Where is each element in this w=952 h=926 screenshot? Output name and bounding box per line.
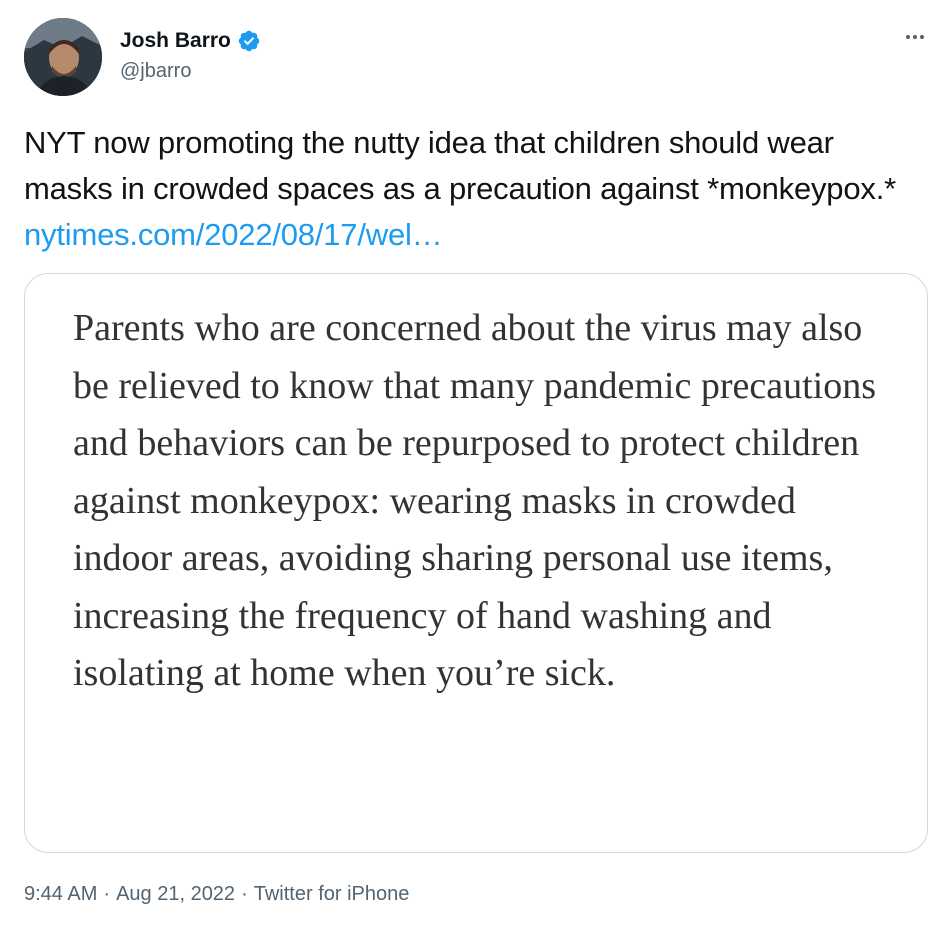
- tweet-time[interactable]: 9:44 AM: [24, 883, 97, 906]
- more-dot-icon: [906, 35, 910, 39]
- tweet-source[interactable]: Twitter for iPhone: [254, 883, 410, 906]
- meta-separator: ·: [103, 882, 111, 905]
- quote-card[interactable]: Parents who are concerned about the viru…: [24, 273, 928, 853]
- tweet: Josh Barro @jbarro NYT now promoting the…: [0, 0, 952, 926]
- avatar-photo: [24, 18, 102, 96]
- more-options-button[interactable]: [898, 26, 932, 48]
- quote-text: Parents who are concerned about the viru…: [73, 307, 877, 694]
- tweet-text: NYT now promoting the nutty idea that ch…: [24, 125, 896, 206]
- tweet-body: NYT now promoting the nutty idea that ch…: [24, 120, 930, 258]
- meta-separator: ·: [241, 882, 248, 905]
- verified-badge-icon: [238, 30, 260, 52]
- author-handle[interactable]: @jbarro: [120, 60, 191, 83]
- author-name-row: Josh Barro: [120, 26, 261, 56]
- more-dot-icon: [920, 35, 924, 39]
- avatar[interactable]: [24, 18, 102, 96]
- more-dot-icon: [913, 35, 917, 39]
- author-name[interactable]: Josh Barro: [120, 29, 231, 53]
- tweet-link[interactable]: nytimes.com/2022/08/17/wel…: [24, 217, 443, 252]
- tweet-date[interactable]: Aug 21, 2022: [116, 883, 235, 906]
- tweet-meta: 9:44 AM · Aug 21, 2022 · Twitter for iPh…: [24, 878, 409, 910]
